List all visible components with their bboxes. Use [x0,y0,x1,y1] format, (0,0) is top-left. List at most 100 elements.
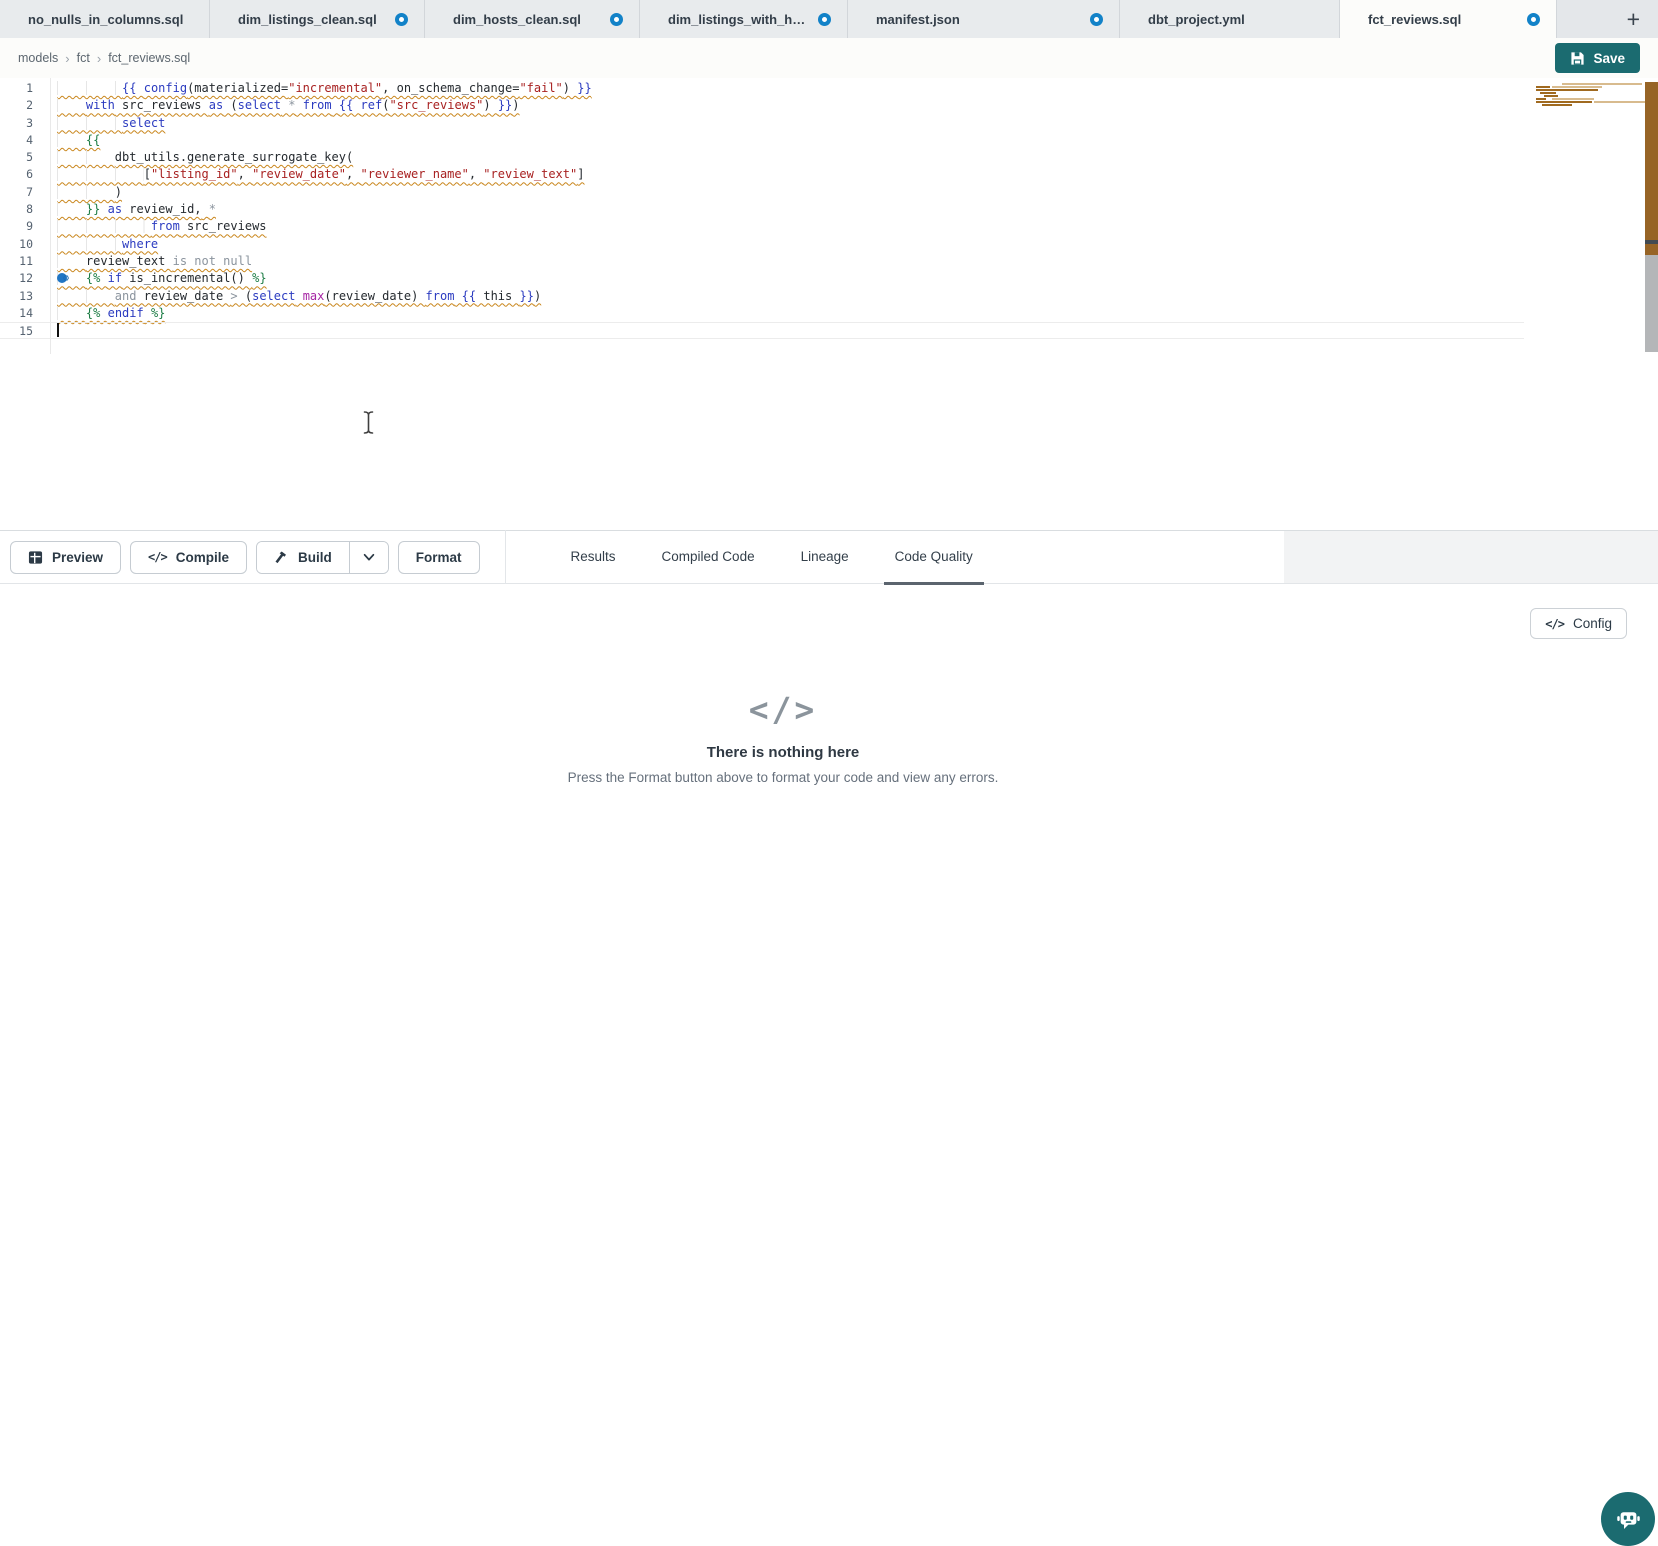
empty-state-subtitle: Press the Format button above to format … [0,770,1566,785]
line-number: 7 [0,184,33,201]
line-content: where [57,236,158,253]
preview-button[interactable]: Preview [10,541,121,574]
chevron-down-icon [362,550,376,564]
breadcrumb-item-models[interactable]: models [18,51,58,65]
chat-button[interactable] [1601,1492,1655,1546]
build-split-button: Build [256,541,389,574]
file-tab-no-nulls-in-columns-sql[interactable]: no_nulls_in_columns.sql [0,0,210,38]
line-content: {% if is_incremental() %} [57,270,267,287]
code-line-6[interactable]: 6 ["listing_id", "review_date", "reviewe… [0,166,1524,183]
breadcrumb: models›fct›fct_reviews.sql [18,51,190,66]
code-editor[interactable]: 1 {{ config(materialized="incremental", … [0,78,1658,530]
code-line-14[interactable]: 14 {% endif %} [0,305,1524,322]
empty-state: </> There is nothing here Press the Form… [0,690,1566,785]
code-action-icon[interactable]: ⚙ [57,272,73,286]
line-content: {{ [57,132,100,149]
config-button[interactable]: </> Config [1530,608,1627,639]
file-tab-dim-hosts-clean-sql[interactable]: dim_hosts_clean.sql [425,0,640,38]
file-tab-dbt-project-yml[interactable]: dbt_project.yml [1120,0,1340,38]
file-tab-label: fct_reviews.sql [1368,12,1517,27]
code-brackets-icon: </> [1545,617,1564,631]
code-brackets-icon: </> [148,550,167,564]
editor-scrollbar[interactable] [1645,82,1658,352]
code-line-15[interactable]: 15 [0,322,1524,339]
file-tab-label: no_nulls_in_columns.sql [28,12,193,27]
line-number: 14 [0,305,33,322]
code-line-9[interactable]: 9 from src_reviews [0,218,1524,235]
compile-button[interactable]: </> Compile [130,541,247,574]
unsaved-dot-icon [1527,13,1540,26]
unsaved-dot-icon [610,13,623,26]
breadcrumb-item-fct[interactable]: fct [77,51,90,65]
file-tab-manifest-json[interactable]: manifest.json [848,0,1120,38]
format-label: Format [416,550,462,565]
floppy-disk-icon [1570,51,1585,66]
editor-toolbar: Preview </> Compile Build Format Results… [0,530,1658,584]
line-number: 8 [0,201,33,218]
code-line-8[interactable]: 8 }} as review_id, * [0,201,1524,218]
line-content: and review_date > (select max(review_dat… [57,288,541,305]
save-label: Save [1593,51,1625,66]
build-label: Build [298,550,332,565]
toolbar-right-fill [1284,531,1658,583]
breadcrumb-bar: models›fct›fct_reviews.sql Save [0,38,1658,78]
file-tab-fct-reviews-sql[interactable]: fct_reviews.sql [1340,0,1557,38]
code-brackets-icon: </> [0,690,1566,729]
minimap-warning-bar [1542,104,1572,106]
save-button[interactable]: Save [1555,43,1640,73]
code-line-1[interactable]: 1 {{ config(materialized="incremental", … [0,80,1524,97]
unsaved-dot-icon [395,13,408,26]
build-options-button[interactable] [349,542,388,573]
line-number: 10 [0,236,33,253]
line-content: {{ config(materialized="incremental", on… [57,80,592,97]
line-number: 11 [0,253,33,270]
code-line-2[interactable]: 2 with src_reviews as (select * from {{ … [0,97,1524,114]
line-number: 12 [0,270,33,287]
code-line-3[interactable]: 3 select [0,115,1524,132]
code-line-12[interactable]: 12 {% if is_incremental() %}⚙ [0,270,1524,287]
line-content: select [57,115,165,132]
unsaved-dot-icon [818,13,831,26]
line-content: {% endif %} [57,305,165,322]
file-tab-dim-listings-with-hosts-sql[interactable]: dim_listings_with_hosts.sql [640,0,848,38]
toolbar-divider [505,530,506,584]
line-content: ) [57,184,122,201]
config-label: Config [1573,616,1612,631]
code-line-13[interactable]: 13 and review_date > (select max(review_… [0,288,1524,305]
breadcrumb-separator: › [97,51,101,66]
tab-bar-filler: + [1557,0,1658,38]
line-number: 3 [0,115,33,132]
panel-tab-compiled-code[interactable]: Compiled Code [639,530,778,584]
breadcrumb-item-fct-reviews-sql[interactable]: fct_reviews.sql [108,51,190,65]
code-line-11[interactable]: 11 review_text is not null [0,253,1524,270]
panel-tabs: ResultsCompiled CodeLineageCode Quality [548,530,996,584]
robot-chat-icon [1615,1506,1642,1533]
file-tab-label: manifest.json [876,12,1080,27]
file-tab-label: dbt_project.yml [1148,12,1323,27]
format-button[interactable]: Format [398,541,480,574]
code-line-10[interactable]: 10 where [0,236,1524,253]
file-tab-bar: no_nulls_in_columns.sql dim_listings_clea… [0,0,1658,38]
build-button[interactable]: Build [257,542,349,573]
code-line-7[interactable]: 7 ) [0,184,1524,201]
panel-tab-results[interactable]: Results [548,530,639,584]
line-number: 13 [0,288,33,305]
line-content: dbt_utils.generate_surrogate_key( [57,149,353,166]
scrollbar-warning-region [1645,82,1658,255]
line-content: with src_reviews as (select * from {{ re… [57,97,520,114]
table-grid-icon [28,550,43,565]
panel-tab-code-quality[interactable]: Code Quality [872,530,996,584]
new-tab-button[interactable]: + [1627,3,1640,35]
text-caret [57,323,59,337]
line-content: }} as review_id, * [57,201,216,218]
file-tab-label: dim_hosts_clean.sql [453,12,600,27]
file-tab-dim-listings-clean-sql[interactable]: dim_listings_clean.sql [210,0,425,38]
minimap-warning-bar [1594,101,1645,103]
code-line-5[interactable]: 5 dbt_utils.generate_surrogate_key( [0,149,1524,166]
code-line-4[interactable]: 4 {{ [0,132,1524,149]
i-beam-text-cursor-icon [362,410,375,435]
panel-tab-lineage[interactable]: Lineage [778,530,872,584]
line-content: from src_reviews [57,218,267,235]
line-number: 6 [0,166,33,183]
line-number: 5 [0,149,33,166]
